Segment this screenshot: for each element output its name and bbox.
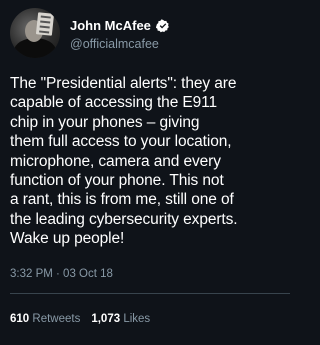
likes-count: 1,073 (91, 313, 121, 325)
verified-badge-icon (155, 19, 170, 33)
divider (10, 293, 290, 294)
tweet-text: The "Presidential alerts": they are capa… (10, 75, 238, 248)
tweet-card: John McAfee @officialmcafee The "Preside… (0, 0, 300, 345)
avatar[interactable] (10, 8, 60, 58)
retweets-stat[interactable]: 610 Retweets (10, 313, 80, 325)
author-handle[interactable]: @officialmcafee (70, 35, 170, 53)
likes-stat[interactable]: 1,073 Likes (91, 313, 150, 325)
retweets-label: Retweets (32, 313, 81, 325)
tweet-timestamp[interactable]: 3:32 PM · 03 Oct 18 (10, 268, 113, 280)
tweet-header: John McAfee @officialmcafee (10, 8, 290, 64)
likes-label: Likes (123, 313, 151, 325)
avatar-sign (35, 12, 55, 36)
retweets-count: 610 (10, 313, 30, 325)
display-name[interactable]: John McAfee (70, 18, 151, 34)
display-name-row: John McAfee (70, 18, 170, 34)
author-names: John McAfee @officialmcafee (70, 18, 170, 53)
tweet-stats: 610 Retweets 1,073 Likes (10, 313, 150, 325)
